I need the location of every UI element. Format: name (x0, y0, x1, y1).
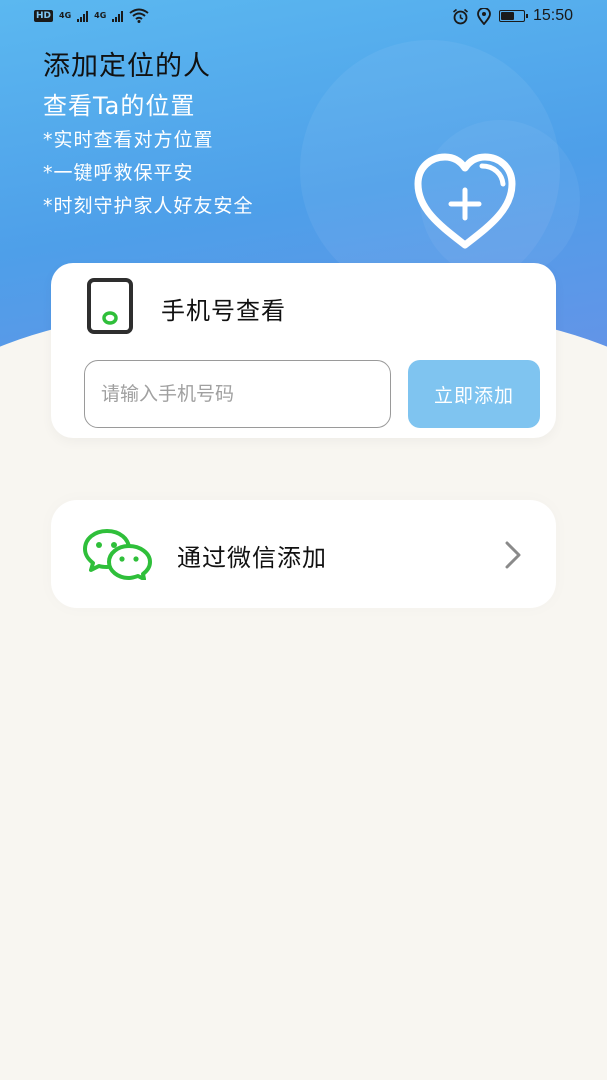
hero-title: 添加定位的人 (43, 51, 211, 82)
wechat-add-label: 通过微信添加 (177, 544, 327, 572)
heart-plus-icon (414, 153, 516, 249)
hd-badge: HD (34, 9, 54, 22)
add-now-button[interactable]: 立即添加 (408, 360, 540, 428)
phone-icon (87, 278, 133, 334)
phone-lookup-card: 手机号查看 立即添加 (51, 263, 556, 438)
location-icon (477, 7, 491, 25)
status-bar: HD 4G 4G 15:50 (0, 0, 607, 34)
app-screen: HD 4G 4G 15:50 添加定位的人 查看Ta的位置 *实时查看对方位置 … (0, 0, 607, 1080)
battery-level (500, 12, 515, 20)
phone-number-input[interactable] (84, 360, 391, 428)
wechat-icon (83, 529, 152, 580)
feature-line: *一键呼救保平安 (43, 162, 194, 184)
status-bar-right: 15:50 (452, 7, 573, 25)
wifi-icon (129, 8, 149, 23)
feature-line: *实时查看对方位置 (43, 129, 214, 151)
card-title: 手机号查看 (161, 297, 286, 325)
network-type-2: 4G (94, 10, 107, 20)
hero-subtitle: 查看Ta的位置 (43, 92, 196, 120)
feature-line: *时刻守护家人好友安全 (43, 195, 254, 217)
network-type-1: 4G (59, 10, 72, 20)
chevron-right-icon (505, 541, 521, 569)
signal-icon (112, 10, 124, 22)
alarm-icon (452, 8, 468, 24)
signal-icon (77, 10, 89, 22)
battery-icon (498, 10, 528, 22)
status-bar-left: HD 4G 4G (34, 8, 149, 23)
clock-time: 15:50 (532, 7, 573, 24)
wechat-add-row[interactable]: 通过微信添加 (51, 500, 556, 608)
